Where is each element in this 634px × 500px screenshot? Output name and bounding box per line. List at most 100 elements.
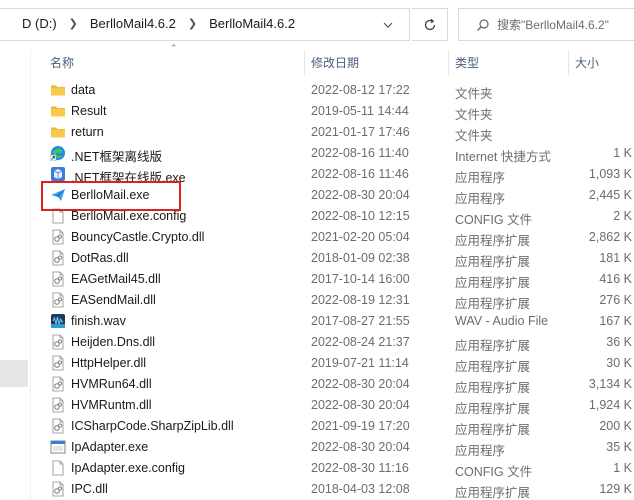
crumb-folder-1[interactable]: BerlloMail4.6.2 [86, 16, 180, 31]
file-row[interactable]: IpAdapter.exe.config 2022-08-30 11:16 CONF… [0, 458, 634, 479]
file-size: 2,862 K [588, 230, 632, 244]
installer-icon [50, 166, 66, 182]
file-row[interactable]: data 2022-08-12 17:22 文件夹 [0, 80, 634, 101]
file-modified-date: 2019-07-21 11:14 [311, 356, 409, 370]
file-name: EAGetMail45.dll [71, 272, 161, 286]
column-header-type[interactable]: 类型 [455, 50, 567, 75]
file-name: EASendMail.dll [71, 293, 156, 307]
file-row[interactable]: EASendMail.dll 2022-08-19 12:31 应用程序扩展 276 … [0, 290, 634, 311]
file-name: BerlloMail.exe [71, 188, 150, 202]
file-icon [50, 460, 66, 476]
file-type: 应用程序扩展 [455, 486, 531, 500]
file-icon [50, 208, 66, 224]
file-type: 应用程序 [455, 444, 506, 458]
file-row[interactable]: .NET框架离线版 2022-08-16 11:40 Internet 快捷方式 1 … [0, 143, 634, 164]
file-type: 应用程序 [455, 192, 506, 206]
file-name: .NET框架离线版 [71, 150, 162, 164]
file-row[interactable]: HVMRuntm.dll 2022-08-30 20:04 应用程序扩展 1,924 … [0, 395, 634, 416]
file-row[interactable]: EAGetMail45.dll 2017-10-14 16:00 应用程序扩展 416… [0, 269, 634, 290]
file-size: 3,134 K [588, 377, 632, 391]
refresh-button[interactable] [412, 8, 448, 41]
file-modified-date: 2022-08-10 12:15 [311, 209, 410, 223]
file-size: 35 K [606, 440, 632, 454]
file-modified-date: 2021-01-17 17:46 [311, 125, 410, 139]
search-placeholder: 搜索"BerlloMail4.6.2" [497, 18, 609, 32]
file-size: 181 K [599, 251, 632, 265]
file-modified-date: 2022-08-16 11:46 [311, 167, 409, 181]
file-row[interactable]: DotRas.dll 2018-01-09 02:38 应用程序扩展 181 K [0, 248, 634, 269]
file-size: 276 K [599, 293, 632, 307]
file-modified-date: 2022-08-12 17:22 [311, 83, 410, 97]
file-type: 应用程序扩展 [455, 297, 531, 311]
file-name: HVMRun64.dll [71, 377, 152, 391]
file-list: data 2022-08-12 17:22 文件夹 Result 2019-05-11 … [0, 80, 634, 500]
file-row[interactable]: BouncyCastle.Crypto.dll 2021-02-20 05:04 应… [0, 227, 634, 248]
file-modified-date: 2019-05-11 14:44 [311, 104, 409, 118]
file-modified-date: 2022-08-19 12:31 [311, 293, 410, 307]
file-size: 167 K [599, 314, 632, 328]
file-row[interactable]: IpAdapter.exe 2022-08-30 20:04 应用程序 35 K [0, 437, 634, 458]
crumb-folder-2[interactable]: BerlloMail4.6.2 [205, 16, 299, 31]
file-row[interactable]: Heijden.Dns.dll 2022-08-24 21:37 应用程序扩展 36 … [0, 332, 634, 353]
folder-icon [50, 103, 66, 119]
file-name: HVMRuntm.dll [71, 398, 152, 412]
paper-plane-icon [50, 187, 66, 203]
file-row[interactable]: BerlloMail.exe 2022-08-30 20:04 应用程序 2,445 … [0, 185, 634, 206]
file-modified-date: 2022-08-30 20:04 [311, 188, 410, 202]
search-icon [469, 18, 497, 32]
file-name: finish.wav [71, 314, 126, 328]
file-type: 应用程序扩展 [455, 234, 531, 248]
file-name: HttpHelper.dll [71, 356, 147, 370]
file-type: 文件夹 [455, 87, 493, 101]
column-divider[interactable] [568, 50, 569, 75]
file-row[interactable]: BerlloMail.exe.config 2022-08-10 12:15 CON… [0, 206, 634, 227]
file-row[interactable]: IPC.dll 2018-04-03 12:08 应用程序扩展 129 K [0, 479, 634, 500]
file-name: IPC.dll [71, 482, 108, 496]
edge-shortcut-icon [49, 145, 66, 162]
file-modified-date: 2021-02-20 05:04 [311, 230, 410, 244]
file-row[interactable]: ICSharpCode.SharpZipLib.dll 2021-09-19 17… [0, 416, 634, 437]
column-header-size[interactable]: 大小 [575, 50, 634, 75]
column-divider[interactable] [304, 50, 305, 75]
file-type: WAV - Audio File [455, 314, 549, 328]
chevron-right-icon[interactable]: ❯ [180, 17, 205, 30]
crumb-drive[interactable]: D (D:) [18, 16, 61, 31]
file-row[interactable]: .NET框架在线版.exe 2022-08-16 11:46 应用程序 1,093 K [0, 164, 634, 185]
wav-icon [50, 313, 66, 329]
file-modified-date: 2022-08-30 20:04 [311, 398, 410, 412]
file-row[interactable]: HttpHelper.dll 2019-07-21 11:14 应用程序扩展 30 K [0, 353, 634, 374]
file-row[interactable]: return 2021-01-17 17:46 文件夹 [0, 122, 634, 143]
folder-icon [50, 124, 66, 140]
dll-icon [50, 376, 66, 392]
file-size: 200 K [599, 419, 632, 433]
file-type: CONFIG 文件 [455, 465, 533, 479]
file-modified-date: 2017-08-27 21:55 [311, 314, 410, 328]
chevron-down-icon [383, 22, 393, 28]
file-size: 2,445 K [588, 188, 632, 202]
file-name: Heijden.Dns.dll [71, 335, 156, 349]
file-type: 应用程序扩展 [455, 255, 531, 269]
file-type: Internet 快捷方式 [455, 150, 551, 164]
file-name: data [71, 83, 96, 97]
column-header-date[interactable]: 修改日期 [311, 50, 451, 75]
file-size: 129 K [599, 482, 632, 496]
file-row[interactable]: finish.wav 2017-08-27 21:55 WAV - Audio Fi… [0, 311, 634, 332]
column-divider[interactable] [448, 50, 449, 75]
dll-icon [50, 418, 66, 434]
file-type: 应用程序扩展 [455, 402, 531, 416]
column-header-name[interactable]: 名称 [50, 50, 302, 75]
file-type: 文件夹 [455, 108, 493, 122]
file-size: 36 K [606, 335, 632, 349]
search-field[interactable]: 搜索"BerlloMail4.6.2" [458, 8, 634, 41]
file-name: .NET框架在线版.exe [71, 171, 186, 185]
dll-icon [50, 250, 66, 266]
file-modified-date: 2022-08-30 20:04 [311, 377, 410, 391]
chevron-right-icon[interactable]: ❯ [61, 17, 86, 30]
file-type: 应用程序扩展 [455, 360, 531, 374]
file-modified-date: 2017-10-14 16:00 [311, 272, 410, 286]
address-history-dropdown[interactable] [370, 9, 406, 40]
file-modified-date: 2022-08-30 20:04 [311, 440, 410, 454]
file-size: 1 K [613, 146, 632, 160]
file-row[interactable]: HVMRun64.dll 2022-08-30 20:04 应用程序扩展 3,134 … [0, 374, 634, 395]
file-row[interactable]: Result 2019-05-11 14:44 文件夹 [0, 101, 634, 122]
